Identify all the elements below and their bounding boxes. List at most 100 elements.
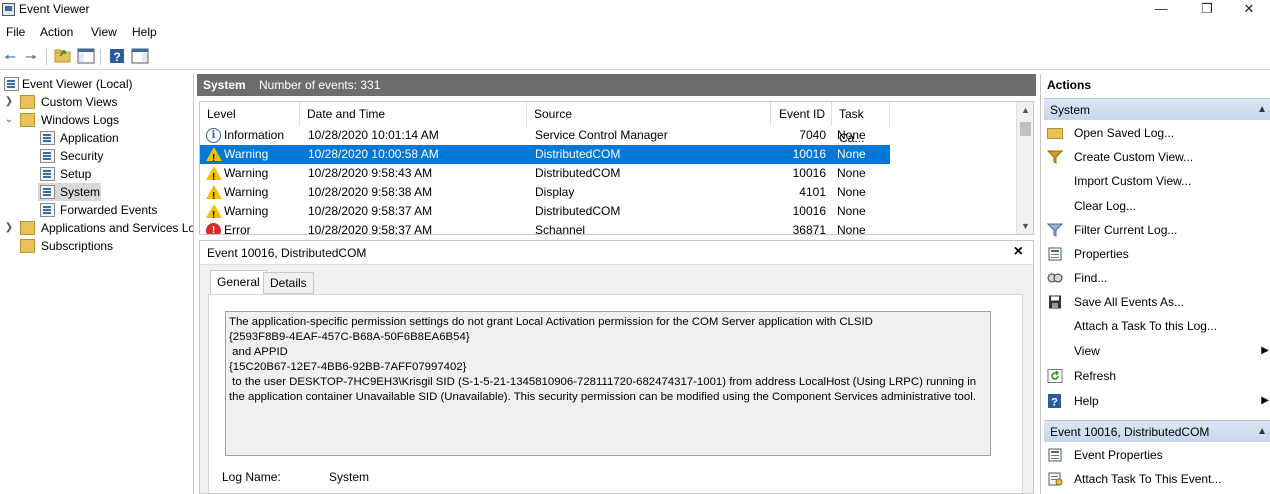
action-properties[interactable]: Properties [1041,243,1270,265]
column-header-date-time[interactable]: Date and Time [300,102,527,126]
show-hide-action-pane-icon[interactable] [131,48,149,66]
tree-item-apps-services[interactable]: ❯ Applications and Services Lo [0,219,194,237]
toolbar-separator [100,49,101,65]
error-icon: ! [206,223,221,234]
action-label: Event Properties [1074,448,1163,462]
event-row[interactable]: ! Error 10/28/2020 9:58:37 AM Schannel 3… [200,221,890,235]
action-open-saved-log[interactable]: Open Saved Log... [1041,122,1270,144]
event-viewer-icon [4,77,19,91]
action-label: Help [1074,394,1099,408]
log-header-bar: System Number of events: 331 [197,74,1036,96]
warning-icon [206,147,222,168]
action-import-custom-view[interactable]: Import Custom View... [1041,170,1270,192]
menu-view[interactable]: View [91,25,117,39]
action-label: Open Saved Log... [1074,126,1175,140]
event-source: Service Control Manager [535,128,668,142]
collapse-up-icon[interactable]: ▲ [1257,421,1267,443]
minimize-button[interactable]: — [1138,0,1184,20]
action-attach-task-to-event[interactable]: Attach Task To This Event... [1041,468,1270,490]
menu-action[interactable]: Action [40,25,73,39]
event-description[interactable]: The application-specific permission sett… [225,311,991,456]
tree-item-setup[interactable]: Setup [0,165,190,183]
tree-item-windows-logs[interactable]: ⌄ Windows Logs [0,111,190,129]
column-header-source[interactable]: Source [527,102,771,126]
tree-label: Windows Logs [41,113,120,127]
chevron-right-icon[interactable]: ❯ [4,219,14,237]
tab-general[interactable]: General [210,270,267,295]
tree-label: Applications and Services Lo [41,221,194,235]
show-hide-tree-icon[interactable] [77,48,95,66]
open-folder-icon[interactable] [54,48,72,66]
action-label: Attach Task To This Event... [1074,472,1222,486]
event-row[interactable]: Warning 10/28/2020 9:58:43 AM Distribute… [200,164,890,187]
actions-section-event[interactable]: Event 10016, DistributedCOM ▲ [1044,420,1270,442]
column-header-level[interactable]: Level [200,102,300,126]
attach-task-icon [1047,472,1063,486]
tree-item-forwarded-events[interactable]: Forwarded Events [0,201,190,219]
maximize-button[interactable]: ❐ [1184,0,1230,20]
action-help[interactable]: ? Help ▶ [1041,390,1270,412]
help-book-icon[interactable]: ? [108,48,126,66]
tree-item-security[interactable]: Security [0,147,190,165]
action-label: View [1074,344,1100,358]
event-datetime: 10/28/2020 9:58:43 AM [308,166,433,180]
menu-help[interactable]: Help [132,25,157,39]
tree-label: Security [60,149,104,163]
menu-file[interactable]: File [6,25,25,39]
event-level: Warning [224,204,269,218]
event-source: Display [535,185,575,199]
action-label: Clear Log... [1074,199,1137,213]
chevron-down-icon[interactable]: ⌄ [4,111,14,129]
action-label: Refresh [1074,369,1117,383]
tab-details[interactable]: Details [263,272,314,294]
back-arrow-icon[interactable]: 🠔 [1,48,19,66]
title-bar: Event Viewer — ❐ ✕ [0,0,1270,20]
scroll-down-icon[interactable]: ▼ [1017,218,1033,234]
menu-bar: File Action View Help [0,22,1270,42]
action-view[interactable]: View ▶ [1041,340,1270,362]
collapse-up-icon[interactable]: ▲ [1257,99,1267,121]
column-header-event-id[interactable]: Event ID [771,102,832,126]
console-tree: Event Viewer (Local) ❯ Custom Views ⌄ Wi… [0,74,194,494]
event-task: None [837,166,866,180]
actions-section-system[interactable]: System ▲ [1044,98,1270,120]
chevron-right-icon[interactable]: ❯ [4,93,14,111]
log-name-value: System [329,470,370,484]
scroll-up-icon[interactable]: ▲ [1017,102,1033,118]
filter-icon [1046,223,1064,237]
action-label: Attach a Task To this Log... [1074,319,1217,333]
general-tab-body: The application-specific permission sett… [208,294,1023,493]
action-save-all-events[interactable]: Save All Events As... [1041,291,1270,313]
action-clear-log[interactable]: Clear Log... [1041,195,1270,217]
event-datetime: 10/28/2020 9:58:37 AM [308,223,433,235]
window-title: Event Viewer [19,2,90,16]
action-find[interactable]: Find... [1041,267,1270,289]
action-filter-current-log[interactable]: Filter Current Log... [1041,219,1270,241]
folder-icon [20,221,35,235]
scroll-thumb[interactable] [1020,122,1031,136]
tree-item-system[interactable]: System [38,183,101,201]
action-refresh[interactable]: Refresh [1041,365,1270,387]
action-event-properties[interactable]: Event Properties [1041,444,1270,466]
event-row[interactable]: i Information 10/28/2020 10:01:14 AM Ser… [200,126,890,145]
tree-item-application[interactable]: Application [0,129,190,147]
action-attach-task-to-log[interactable]: Attach a Task To this Log... [1041,315,1270,337]
event-row-selected[interactable]: Warning 10/28/2020 10:00:58 AM Distribut… [200,145,890,168]
action-label: Properties [1074,247,1129,261]
close-icon[interactable]: × [1014,243,1023,261]
close-button[interactable]: ✕ [1226,0,1270,20]
action-create-custom-view[interactable]: Create Custom View... [1041,146,1270,168]
tree-item-custom-views[interactable]: ❯ Custom Views [0,93,190,111]
svg-text:?: ? [1051,397,1058,409]
event-count: Number of events: 331 [259,78,381,92]
actions-title: Actions [1047,78,1092,92]
forward-arrow-icon[interactable]: 🠖 [22,48,40,66]
tree-item-subscriptions[interactable]: Subscriptions [0,237,190,255]
warning-icon [206,166,222,187]
tree-item-root[interactable]: Event Viewer (Local) [0,75,190,93]
column-header-task-category[interactable]: Task Ca... [832,102,890,145]
event-row[interactable]: Warning 10/28/2020 9:58:38 AM Display 41… [200,183,890,206]
event-row[interactable]: Warning 10/28/2020 9:58:37 AM Distribute… [200,202,890,225]
event-viewer-app-icon [2,3,15,16]
event-list-scrollbar[interactable]: ▲ ▼ [1016,102,1033,234]
